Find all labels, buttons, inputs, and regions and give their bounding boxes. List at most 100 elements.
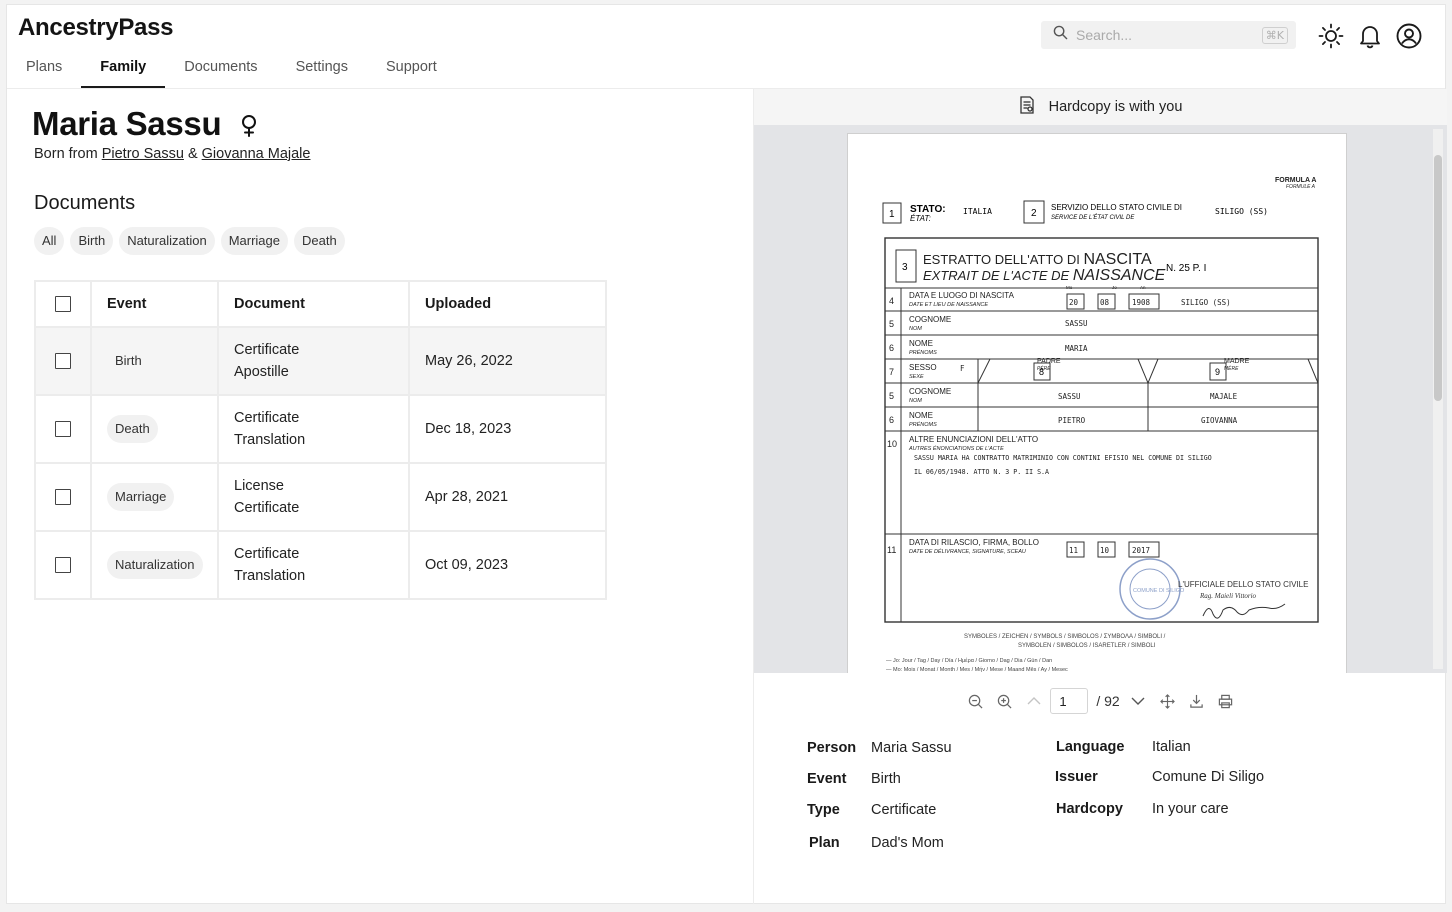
cert-stato-value: ITALIA	[963, 207, 992, 216]
cert-nome: NOME	[909, 339, 933, 348]
sun-icon[interactable]	[1316, 21, 1346, 51]
cert-data-label: DATA E LUOGO DI NASCITA	[909, 291, 1015, 300]
zoom-out-icon[interactable]	[961, 688, 990, 714]
uploaded-cell: Oct 09, 2023	[408, 530, 607, 600]
cert-field-number: 5	[889, 391, 894, 401]
chevron-up-icon[interactable]	[1019, 688, 1048, 714]
nav-settings[interactable]: Settings	[277, 53, 367, 89]
cert-altre-sub: AUTRES ÉNONCIATIONS DE L'ACTE	[908, 445, 1004, 452]
cert-ufficiale: L'UFFICIALE DELLO STATO CIVILE	[1178, 580, 1308, 589]
bell-icon[interactable]	[1355, 21, 1385, 51]
column-event[interactable]: Event	[90, 280, 219, 328]
viewer-scrollbar[interactable]	[1434, 155, 1442, 401]
filter-marriage[interactable]: Marriage	[220, 227, 288, 255]
cert-symbols-line2: SYMBOLEN / SIMBOLOS / ISARETLER / SIMBOL…	[1018, 643, 1156, 649]
cert-formula-sub: FORMULE A	[1286, 184, 1316, 190]
cert-rilascio-sub: DATE DE DÉLIVRANCE, SIGNATURE, SCEAU	[909, 548, 1026, 555]
row-checkbox[interactable]	[55, 489, 71, 506]
cert-field-number: 7	[889, 367, 894, 377]
cert-nome-sub: PRÉNOMS	[909, 349, 937, 356]
cert-note-line1: SASSU MARIA HA CONTRATTO MATRIMINIO CON …	[914, 454, 1212, 462]
document-filters: All Birth Naturalization Marriage Death	[34, 227, 345, 255]
nav-plans[interactable]: Plans	[7, 53, 81, 89]
document-type: Certificate	[234, 546, 300, 562]
cert-father-surname: SASSU	[1058, 392, 1081, 401]
page-total: / 92	[1096, 693, 1120, 709]
table-row[interactable]: Naturalization Certificate Translation Oc…	[34, 530, 607, 600]
document-subtype: Translation	[234, 432, 306, 448]
father-link[interactable]: Pietro Sassu	[102, 146, 184, 162]
cert-stato-sub: ÉTAT:	[910, 214, 931, 223]
detail-person-label: Person	[807, 740, 857, 756]
nav-support[interactable]: Support	[367, 53, 456, 89]
row-select-cell	[34, 462, 92, 532]
page-number-input[interactable]	[1050, 688, 1089, 714]
app-logo[interactable]: AncestryPass	[18, 14, 173, 42]
certificate-scan: FORMULA A FORMULE A 1 STATO: ÉTAT: ITALI…	[882, 177, 1319, 673]
chevron-down-icon[interactable]	[1124, 688, 1153, 714]
cert-field-number: 10	[887, 439, 897, 449]
mother-link[interactable]: Giovanna Majale	[202, 146, 311, 162]
select-all-cell	[34, 280, 92, 328]
cert-legend-line1: — Jo: Jour / Tag / Day / Día / Ημέρα / G…	[886, 657, 1052, 664]
uploaded-cell: Dec 18, 2023	[408, 394, 607, 464]
zoom-in-icon[interactable]	[990, 688, 1019, 714]
cert-date-head: An	[1140, 285, 1146, 290]
cert-cognome-parents-sub: NOM	[909, 398, 922, 404]
search-bar[interactable]: ⌘K	[1041, 21, 1296, 49]
move-icon[interactable]	[1153, 688, 1182, 714]
event-cell: Birth	[90, 326, 219, 396]
cert-servizio-sub: SERVICE DE L'ÉTAT CIVIL DE	[1051, 214, 1135, 221]
main-nav: Plans Family Documents Settings Support	[7, 53, 456, 89]
detail-type-value: Certificate	[871, 802, 937, 818]
user-circle-icon[interactable]	[1394, 21, 1424, 51]
cert-field-number: 2	[1031, 208, 1037, 219]
search-input[interactable]	[1076, 27, 1262, 43]
cert-estratto: ESTRATTO DELL'ATTO DI NASCITA	[923, 251, 1152, 268]
filter-all[interactable]: All	[34, 227, 65, 255]
cert-field-number: 6	[889, 343, 894, 353]
cert-field-number: 3	[902, 262, 908, 273]
cert-nome-parents-sub: PRÉNOMS	[909, 421, 937, 428]
column-uploaded[interactable]: Uploaded	[408, 280, 607, 328]
cert-data-sub: DATE ET LIEU DE NAISSANCE	[909, 302, 988, 308]
document-cell: License Certificate	[217, 462, 410, 532]
pdf-viewer[interactable]: FORMULA A FORMULE A 1 STATO: ÉTAT: ITALI…	[754, 125, 1447, 673]
hardcopy-banner: Hardcopy is with you	[754, 89, 1447, 125]
column-document[interactable]: Document	[217, 280, 410, 328]
filter-naturalization[interactable]: Naturalization	[119, 227, 215, 255]
select-all-checkbox[interactable]	[55, 296, 71, 313]
nav-documents[interactable]: Documents	[165, 53, 276, 89]
table-row[interactable]: Marriage License Certificate Apr 28, 2021	[34, 462, 607, 532]
row-checkbox[interactable]	[55, 557, 71, 574]
documents-table: Event Document Uploaded Birth Certificat…	[34, 280, 607, 600]
table-row[interactable]: Death Certificate Translation Dec 18, 202…	[34, 394, 607, 464]
person-name: Maria Sassu	[32, 105, 222, 142]
born-prefix: Born from	[34, 146, 98, 162]
female-icon	[239, 114, 259, 143]
detail-language-label: Language	[1056, 739, 1125, 755]
parents-line: Born from Pietro Sassu & Giovanna Majale	[34, 146, 310, 162]
detail-plan-label: Plan	[809, 835, 840, 851]
cert-surname: SASSU	[1065, 319, 1088, 328]
cert-field-number: 9	[1215, 367, 1220, 377]
event-badge: Naturalization	[107, 551, 203, 579]
document-icon	[1019, 96, 1035, 118]
cert-issue-month: 10	[1100, 546, 1110, 555]
document-cell: Certificate Apostille	[217, 326, 410, 396]
app-window: AncestryPass Plans Family Documents Sett…	[6, 4, 1447, 904]
nav-family[interactable]: Family	[81, 53, 166, 89]
download-icon[interactable]	[1182, 688, 1211, 714]
print-icon[interactable]	[1211, 688, 1240, 714]
document-subtype: Translation	[234, 568, 306, 584]
table-row[interactable]: Birth Certificate Apostille May 26, 2022	[34, 326, 607, 396]
row-checkbox[interactable]	[55, 353, 71, 370]
row-checkbox[interactable]	[55, 421, 71, 438]
cert-birth-year: 1908	[1132, 298, 1151, 307]
filter-death[interactable]: Death	[293, 227, 345, 255]
detail-person-value: Maria Sassu	[871, 740, 952, 756]
detail-hardcopy-label: Hardcopy	[1056, 801, 1123, 817]
parents-separator: &	[187, 146, 198, 162]
cert-cognome-sub: NOM	[909, 326, 922, 332]
filter-birth[interactable]: Birth	[70, 227, 114, 255]
